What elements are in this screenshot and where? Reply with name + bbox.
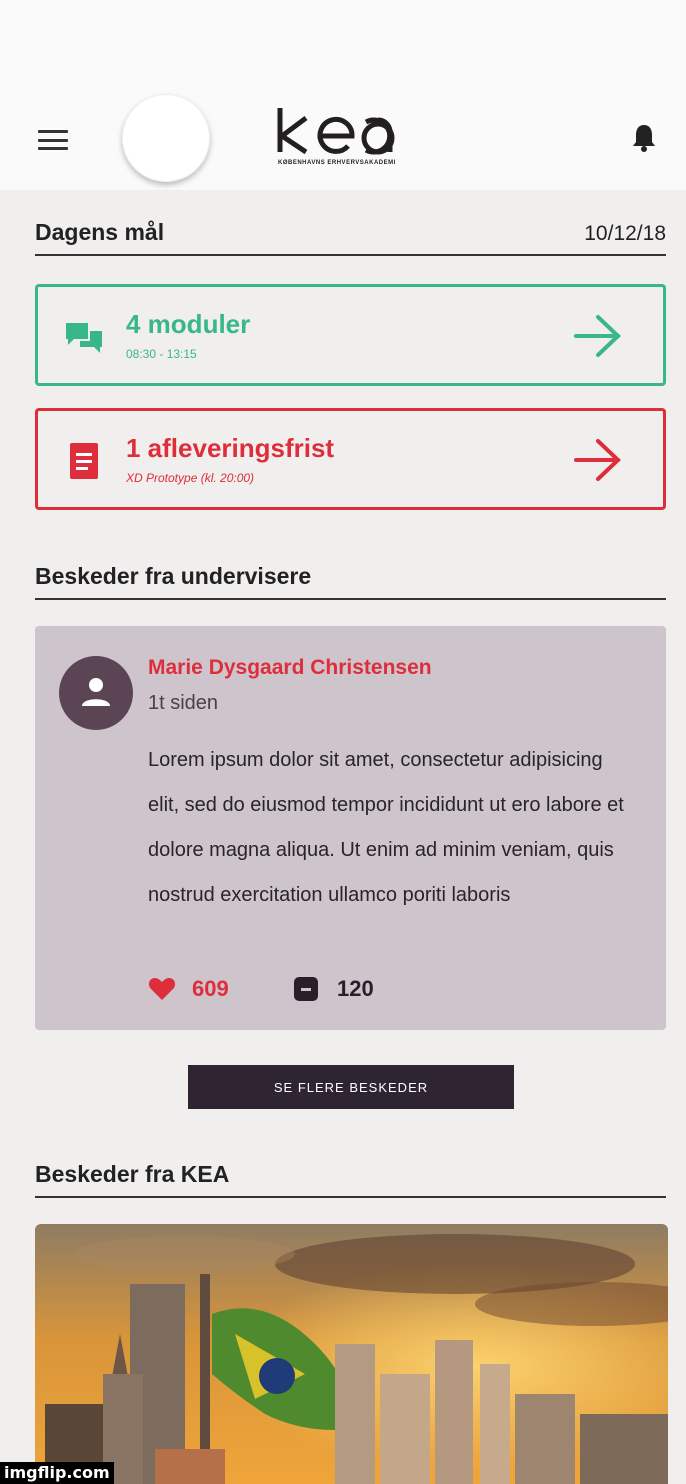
arrow-right-icon[interactable] (572, 437, 624, 483)
heart-icon (148, 978, 176, 1000)
like-button[interactable]: 609 (148, 976, 229, 1002)
app-header: KØBENHAVNS ERHVERVSAKADEMI (0, 0, 686, 190)
section-title: Dagens mål (35, 219, 165, 245)
user-icon (82, 678, 110, 706)
profile-avatar[interactable] (122, 94, 210, 182)
task-title: 1 afleveringsfrist (126, 433, 335, 463)
chat-icon (62, 315, 106, 359)
section-title: Beskeder fra KEA (35, 1161, 230, 1187)
task-card-deadline[interactable]: 1 afleveringsfrist XD Prototype (kl. 20:… (35, 408, 666, 510)
comment-icon (294, 977, 318, 1001)
arrow-right-icon[interactable] (572, 313, 624, 359)
avatar (59, 656, 133, 730)
message-body: Lorem ipsum dolor sit amet, consectetur … (148, 749, 624, 906)
task-title: 4 moduler (126, 309, 251, 339)
task-subtitle: 08:30 - 13:15 (126, 347, 197, 361)
menu-icon[interactable] (38, 130, 68, 150)
watermark: imgflip.com (0, 1462, 114, 1484)
section-header-teacher-messages: Beskeder fra undervisere (35, 562, 666, 600)
message-author[interactable]: Marie Dysgaard Christensen (148, 656, 432, 680)
task-subtitle: XD Prototype (kl. 20:00) (126, 471, 255, 485)
comment-count: 120 (337, 976, 374, 1001)
section-header-goals: Dagens mål 10/12/18 (35, 218, 666, 256)
kea-logo-wordmark (272, 102, 432, 166)
like-count: 609 (192, 976, 229, 1001)
document-icon (62, 439, 106, 483)
bell-icon[interactable] (628, 122, 660, 154)
comment-button[interactable]: 120 (293, 976, 374, 1002)
section-title: Beskeder fra undervisere (35, 563, 312, 589)
section-header-kea-messages: Beskeder fra KEA (35, 1160, 666, 1198)
news-image[interactable] (35, 1224, 668, 1484)
task-card-modules[interactable]: 4 moduler 08:30 - 13:15 (35, 284, 666, 386)
message-card[interactable]: Marie Dysgaard Christensen 1t siden Lore… (35, 626, 666, 1030)
kea-logo-subtitle: KØBENHAVNS ERHVERVSAKADEMI (278, 160, 396, 166)
date-label: 10/12/18 (584, 222, 666, 245)
see-more-messages-button[interactable]: SE FLERE BESKEDER (188, 1065, 514, 1109)
kea-logo: KØBENHAVNS ERHVERVSAKADEMI (272, 102, 432, 172)
message-time: 1t siden (148, 692, 219, 714)
